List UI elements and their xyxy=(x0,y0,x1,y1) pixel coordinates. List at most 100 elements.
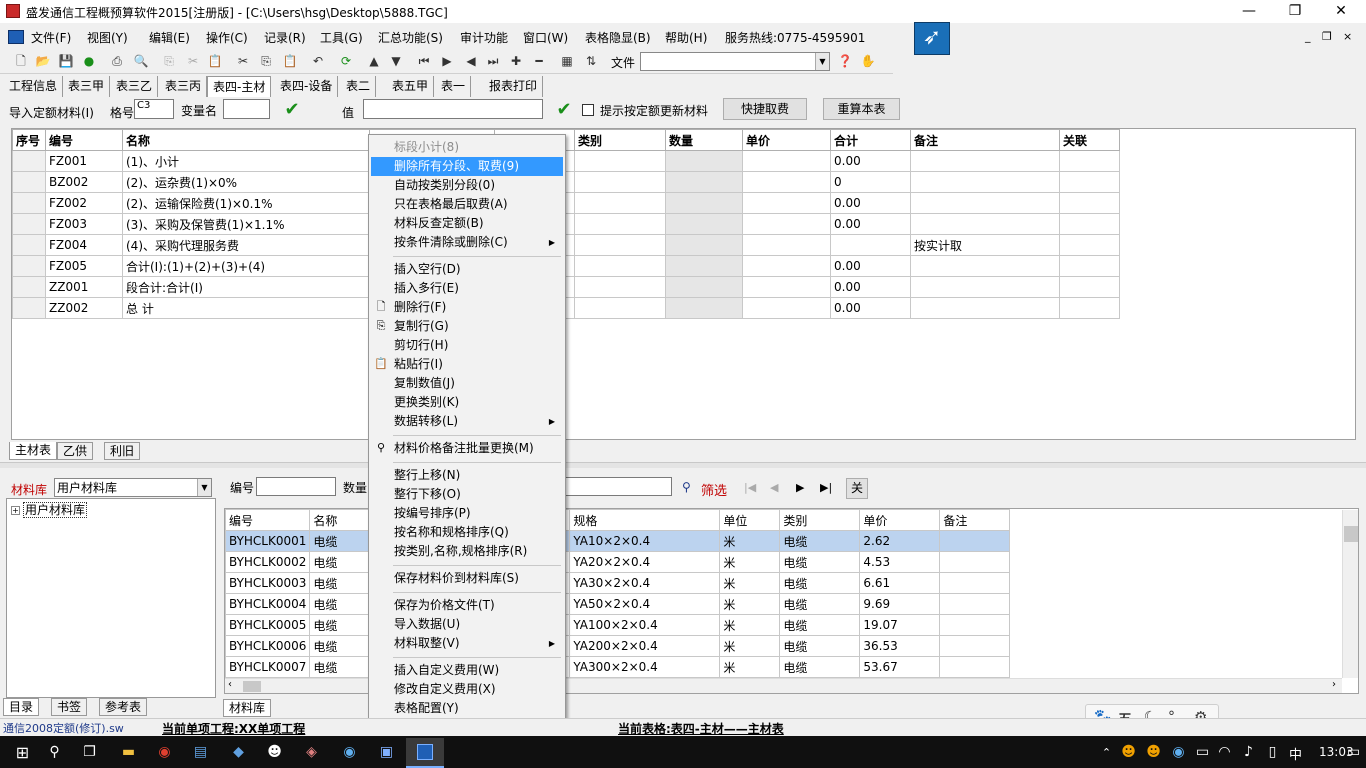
library-row[interactable]: BYHCLK0007 电缆 YA300×2×0.4 米电缆 53.67 xyxy=(225,656,1011,678)
context-menu-item[interactable]: 表格配置(Y) xyxy=(371,699,563,718)
row-header[interactable] xyxy=(12,234,46,256)
context-menu-item[interactable]: ⚲ 材料价格备注批量更换(M) xyxy=(371,439,563,458)
tab-table3c[interactable]: 表三丙 xyxy=(160,76,208,97)
cell-code[interactable]: ZZ002 xyxy=(45,297,123,319)
cell-quantity[interactable] xyxy=(665,297,743,319)
cell-name[interactable]: (1)、小计 xyxy=(122,150,370,172)
qq-icon[interactable]: ☻ xyxy=(266,744,283,761)
app-icon-1[interactable]: ◆ xyxy=(230,744,247,761)
lib-cell-note[interactable] xyxy=(939,551,1011,573)
tray-qq-icon[interactable]: ☻ xyxy=(1120,744,1137,761)
help-icon[interactable]: ❓ xyxy=(836,53,854,70)
context-menu-item[interactable]: 导入数据(U) xyxy=(371,615,563,634)
lib-cell-unit[interactable]: 米 xyxy=(719,656,781,678)
chrome-icon[interactable]: ◉ xyxy=(156,744,173,761)
table-row[interactable]: FZ002 (2)、运输保险费(1)×0.1% 0.00 xyxy=(12,192,1120,214)
library-row[interactable]: BYHCLK0004 电缆 YA50×2×0.4 米电缆 9.69 xyxy=(225,593,1011,615)
tab-table3a[interactable]: 表三甲 xyxy=(63,76,111,97)
next-page-icon[interactable]: ▶ xyxy=(796,481,804,494)
last-page-icon[interactable]: ▶| xyxy=(820,481,832,494)
row-header[interactable] xyxy=(12,213,46,235)
previous-icon[interactable]: ◀ xyxy=(462,53,480,70)
context-menu-item[interactable]: 剪切行(H) xyxy=(371,336,563,355)
lib-cell-category[interactable]: 电缆 xyxy=(779,593,861,615)
lib-cell-spec[interactable]: YA30×2×0.4 xyxy=(569,572,721,594)
next-icon[interactable]: ▶ xyxy=(438,53,456,70)
cut-icon[interactable]: ✂ xyxy=(234,53,252,70)
cell-category[interactable] xyxy=(574,234,666,256)
cell-link[interactable] xyxy=(1059,297,1120,319)
lib-cell-spec[interactable]: YA20×2×0.4 xyxy=(569,551,721,573)
recalculate-button[interactable]: 重算本表 xyxy=(823,98,900,120)
lib-cell-spec[interactable]: YA100×2×0.4 xyxy=(569,614,721,636)
cell-link[interactable] xyxy=(1059,171,1120,193)
cell-total[interactable]: 0.00 xyxy=(830,297,911,319)
lib-cell-spec[interactable]: YA10×2×0.4 xyxy=(569,530,721,552)
cell-unit-price[interactable] xyxy=(742,234,831,256)
lib-cell-unit[interactable]: 米 xyxy=(719,614,781,636)
lib-col-spec[interactable]: 规格 xyxy=(569,509,721,531)
cell-category[interactable] xyxy=(574,297,666,319)
lib-cell-price[interactable]: 9.69 xyxy=(859,593,941,615)
move-up-icon[interactable]: ▲ xyxy=(365,53,383,70)
cell-unit-price[interactable] xyxy=(742,213,831,235)
mdi-minimize-button[interactable]: _ xyxy=(1305,30,1311,43)
library-code-field[interactable] xyxy=(256,477,336,496)
tray-app-icon[interactable]: ◉ xyxy=(1170,744,1187,761)
lib-col-name[interactable]: 名称 xyxy=(309,509,371,531)
context-menu-item[interactable]: 删除所有分段、取费(9) xyxy=(371,157,563,176)
update-material-checkbox[interactable] xyxy=(582,104,594,116)
lib-cell-code[interactable]: BYHCLK0006 xyxy=(225,635,311,657)
context-menu-item[interactable]: 按编号排序(P) xyxy=(371,504,563,523)
cell-link[interactable] xyxy=(1059,150,1120,172)
lib-cell-code[interactable]: BYHCLK0003 xyxy=(225,572,311,594)
lib-cell-price[interactable]: 2.62 xyxy=(859,530,941,552)
scroll-thumb[interactable] xyxy=(243,681,261,692)
lib-cell-price[interactable]: 53.67 xyxy=(859,656,941,678)
cell-link[interactable] xyxy=(1059,255,1120,277)
calculator-icon[interactable]: ▦ xyxy=(558,53,576,70)
lib-cell-code[interactable]: BYHCLK0002 xyxy=(225,551,311,573)
lib-col-unit[interactable]: 单位 xyxy=(719,509,781,531)
cell-link[interactable] xyxy=(1059,213,1120,235)
lib-cell-category[interactable]: 电缆 xyxy=(779,656,861,678)
col-header-index[interactable]: 序号 xyxy=(12,129,46,151)
open-folder-icon[interactable]: 📂 xyxy=(34,53,52,70)
lib-cell-name[interactable]: 电缆 xyxy=(309,635,371,657)
value-field[interactable] xyxy=(363,99,543,119)
vertical-scrollbar[interactable] xyxy=(1342,510,1358,678)
cell-total[interactable]: 0.00 xyxy=(830,192,911,214)
run-icon[interactable]: ● xyxy=(80,53,98,70)
lib-cell-category[interactable]: 电缆 xyxy=(779,614,861,636)
lib-cell-code[interactable]: BYHCLK0004 xyxy=(225,593,311,615)
file-explorer-icon[interactable]: ▬ xyxy=(120,744,137,761)
lib-cell-note[interactable] xyxy=(939,530,1011,552)
library-tree[interactable]: + 用户材料库 xyxy=(6,498,216,698)
close-button[interactable]: ✕ xyxy=(1318,0,1364,23)
cell-quantity[interactable] xyxy=(665,234,743,256)
row-header[interactable] xyxy=(12,192,46,214)
row-header[interactable] xyxy=(12,150,46,172)
cell-quantity[interactable] xyxy=(665,192,743,214)
menu-table-visibility[interactable]: 表格隐显(B) xyxy=(585,29,651,46)
tab-material-library[interactable]: 材料库 xyxy=(223,699,272,717)
row-header[interactable] xyxy=(12,255,46,277)
cell-category[interactable] xyxy=(574,150,666,172)
cell-note[interactable] xyxy=(910,171,1060,193)
material-table[interactable]: 序号 编号 名称 类别 数量 单价 合计 备注 关联 FZ001 (1)、小计 0.… xyxy=(11,128,1356,440)
notepad-icon[interactable]: ▤ xyxy=(192,744,209,761)
menu-window[interactable]: 窗口(W) xyxy=(523,29,568,46)
context-menu-item[interactable]: 材料反查定额(B) xyxy=(371,214,563,233)
search-icon[interactable]: ⚲ xyxy=(46,744,63,761)
cell-unit-price[interactable] xyxy=(742,276,831,298)
lib-cell-unit[interactable]: 米 xyxy=(719,572,781,594)
context-menu-item[interactable]: 数据转移(L) ▶ xyxy=(371,412,563,431)
cell-total[interactable]: 0.00 xyxy=(830,255,911,277)
sort-icon[interactable]: ⇅ xyxy=(582,53,600,70)
context-menu-item[interactable]: 保存为价格文件(T) xyxy=(371,596,563,615)
menu-file[interactable]: 文件(F) xyxy=(31,29,71,46)
cell-name[interactable]: 段合计:合计(Ⅰ) xyxy=(122,276,370,298)
lib-col-code[interactable]: 编号 xyxy=(225,509,311,531)
tab-project-info[interactable]: 工程信息 xyxy=(4,76,64,97)
minimize-button[interactable]: — xyxy=(1226,0,1272,23)
